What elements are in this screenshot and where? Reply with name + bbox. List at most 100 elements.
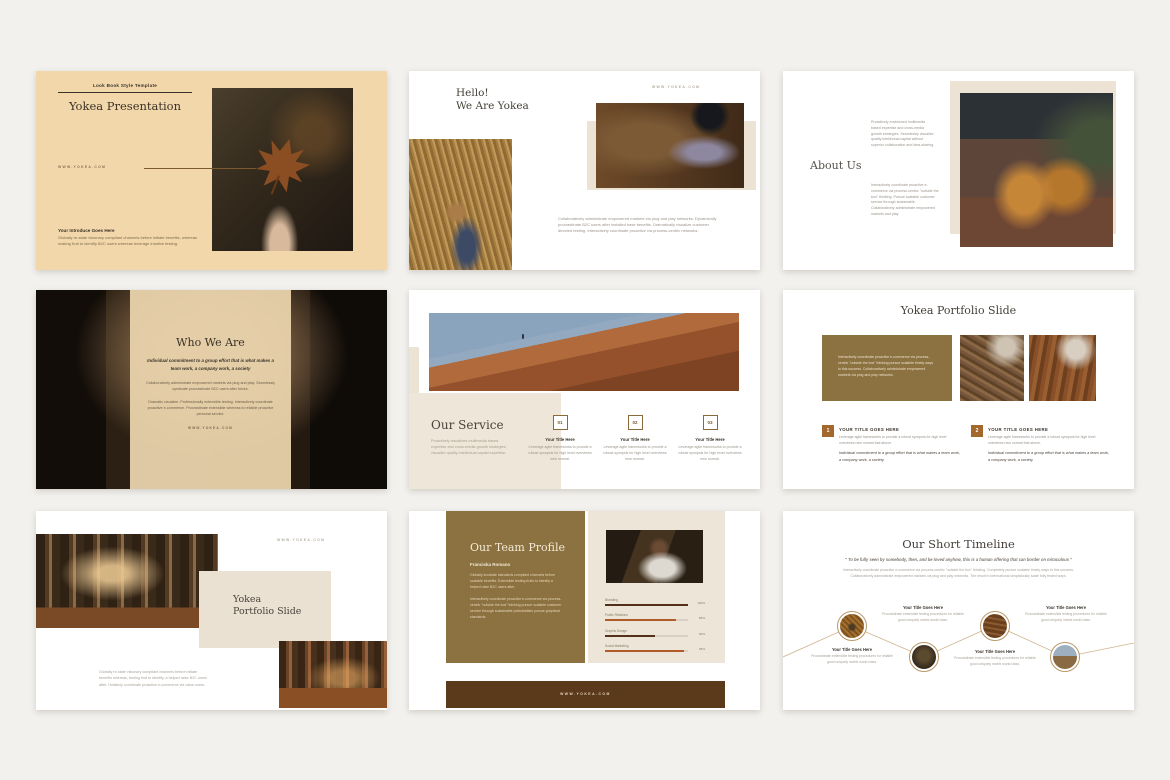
who-paragraph-2: Dramatic visualize. Professionally exten… xyxy=(144,399,277,417)
slide-portfolio-grid[interactable]: Yokea Portfolio Slide Interactively coor… xyxy=(783,290,1134,489)
skill-branding: Branding 100% xyxy=(605,598,705,613)
photo-forest-pines xyxy=(36,534,218,628)
photo-forest-walker xyxy=(279,641,387,708)
service-accent-card xyxy=(409,347,419,393)
cover-title: Yokea Presentation xyxy=(58,99,192,113)
portfolio-photo-title-line1: Yokea xyxy=(233,594,301,606)
slide-timeline[interactable]: Our Short Timeline " To be fully seen by… xyxy=(783,511,1134,710)
timeline-item-1-body: Procrastinate extensible testing procedu… xyxy=(807,654,897,665)
skill-social-marketing: Social Marketing 95% xyxy=(605,644,705,659)
timeline-item-1: Your Title Goes Here Procrastinate exten… xyxy=(807,647,897,665)
team-paragraph-1: Globally incubate standards compliant ch… xyxy=(470,573,564,591)
service-item-3: 03 Your Title Here Leverage agile framew… xyxy=(678,415,742,462)
cover-accent-line xyxy=(144,168,256,169)
who-website: WWW.YOKEA.COM xyxy=(142,426,279,430)
skill-graphic-design: Graphic Design 60% xyxy=(605,629,705,644)
cover-intro-body: Globally re-state visionary compliant ch… xyxy=(58,235,198,248)
skill-fill xyxy=(605,604,688,606)
skill-percent: 95% xyxy=(699,647,705,651)
slide-portfolio-photo[interactable]: WWW.YOKEA.COM Yokea Portfolio Slide Glob… xyxy=(36,511,387,710)
skill-fill xyxy=(605,619,676,621)
service-item-2-number: 02 xyxy=(628,415,643,430)
photo-driftwood xyxy=(960,335,1024,401)
timeline-item-4-title: Your Title Goes Here xyxy=(1021,605,1111,610)
cover-intro: Your Introduce Goes Here Globally re-sta… xyxy=(58,228,198,248)
timeline-item-2-title: Your Title Goes Here xyxy=(878,605,968,610)
slide-cover[interactable]: Look Book Style Template Yokea Presentat… xyxy=(36,71,387,270)
skill-track xyxy=(605,604,688,606)
timeline-body: Interactively coordinate proactive e-com… xyxy=(841,568,1076,579)
portfolio-photo-website: WWW.YOKEA.COM xyxy=(277,538,325,542)
skill-public-relations: Public Relations 85% xyxy=(605,613,705,628)
slide-who-we-are[interactable]: Who We Are Individual commitment to a gr… xyxy=(36,290,387,489)
portfolio-feature-block: Interactively coordinate proactive e-com… xyxy=(822,335,952,401)
team-title: Our Team Profile xyxy=(470,541,585,554)
team-member-name: Franciska Romano xyxy=(470,562,585,567)
service-item-1: 01 Your Title Here Leverage agile framew… xyxy=(528,415,592,462)
skill-fill xyxy=(605,635,655,637)
timeline-photo-2 xyxy=(909,642,939,672)
portfolio-photo-card: Yokea Portfolio Slide xyxy=(199,571,331,648)
cover-divider xyxy=(58,92,192,93)
skill-percent: 60% xyxy=(699,632,705,636)
portfolio-item-2-number: 2 xyxy=(971,425,983,437)
hello-body: Collaboratively administrate empowered m… xyxy=(558,216,718,235)
skill-label: Social Marketing xyxy=(605,644,705,648)
hello-website: WWW.YOKEA.COM xyxy=(652,85,700,89)
timeline-item-3: Your Title Goes Here Procrastinate exten… xyxy=(950,649,1040,667)
hello-title-line1: Hello! xyxy=(456,87,529,100)
skill-track xyxy=(605,650,688,652)
timeline-item-4: Your Title Goes Here Procrastinate exten… xyxy=(1021,605,1111,623)
who-paragraph-1: Collaboratively administrate empowered m… xyxy=(144,380,277,392)
portfolio-photo-body: Globally re-state visionary compliant ch… xyxy=(99,669,211,688)
slide-our-service[interactable]: Our Service Proactively visualized multi… xyxy=(409,290,760,489)
about-title: About Us xyxy=(810,159,862,172)
service-item-2-title: Your Title Here xyxy=(603,437,667,442)
photo-leather-boots xyxy=(960,93,1113,247)
skill-percent: 85% xyxy=(699,616,705,620)
dune-walker-figure xyxy=(522,334,524,339)
cover-kicker: Look Book Style Template xyxy=(58,83,192,88)
about-paragraph-1: Proactively envisioned multimedia based … xyxy=(871,120,935,149)
cover-website: WWW.YOKEA.COM xyxy=(58,165,106,169)
portfolio-item-1-body: Leverage agile frameworks to provide a r… xyxy=(839,435,961,446)
photo-autumn-leaf xyxy=(212,88,353,251)
portfolio-item-1-quote: Individual commitment to a group effort … xyxy=(839,450,961,464)
skill-percent: 100% xyxy=(697,601,705,605)
template-preview-board: Look Book Style Template Yokea Presentat… xyxy=(0,0,1170,780)
timeline-quote: " To be fully seen by somebody, then, an… xyxy=(813,557,1104,562)
photo-timeline-1 xyxy=(840,614,864,638)
skill-label: Graphic Design xyxy=(605,629,705,633)
service-item-3-title: Your Title Here xyxy=(678,437,742,442)
photo-timber xyxy=(1029,335,1096,401)
who-panel: Who We Are Individual commitment to a gr… xyxy=(130,290,291,489)
timeline-item-1-title: Your Title Goes Here xyxy=(807,647,897,652)
timeline-item-2-body: Procrastinate extensible testing procedu… xyxy=(878,612,968,623)
timeline-item-3-title: Your Title Goes Here xyxy=(950,649,1040,654)
photo-timeline-2 xyxy=(912,645,936,669)
service-item-1-title: Your Title Here xyxy=(528,437,592,442)
timeline-title: Our Short Timeline xyxy=(783,537,1134,551)
skill-track xyxy=(605,619,688,621)
skill-fill xyxy=(605,650,684,652)
photo-cave-explorer xyxy=(596,103,744,188)
timeline-photo-3 xyxy=(980,611,1010,641)
slide-team-profile[interactable]: Our Team Profile Franciska Romano Global… xyxy=(409,511,760,710)
photo-team-member xyxy=(606,530,703,583)
about-paragraph-2: Interactively coordinate proactive e-com… xyxy=(871,183,939,218)
service-item-3-number: 03 xyxy=(703,415,718,430)
portfolio-item-1-title: YOUR TITLE GOES HERE xyxy=(839,427,899,432)
portfolio-item-2-title: YOUR TITLE GOES HERE xyxy=(988,427,1048,432)
skill-label: Branding xyxy=(605,598,705,602)
service-item-2: 02 Your Title Here Leverage agile framew… xyxy=(603,415,667,462)
service-item-1-body: Leverage agile frameworks to provide a r… xyxy=(528,445,592,462)
team-footer-bar: WWW.YOKEA.COM xyxy=(446,681,725,708)
timeline-item-3-body: Procrastinate extensible testing procedu… xyxy=(950,656,1040,667)
slide-about-us[interactable]: About Us Proactively envisioned multimed… xyxy=(783,71,1134,270)
portfolio-item-2-body: Leverage agile frameworks to provide a r… xyxy=(988,435,1110,446)
slide-hello[interactable]: Hello! We Are Yokea WWW.YOKEA.COM Collab… xyxy=(409,71,760,270)
skill-label: Public Relations xyxy=(605,613,705,617)
timeline-photo-1 xyxy=(837,611,867,641)
skill-track xyxy=(605,635,688,637)
portfolio-photo-title-line2: Portfolio Slide xyxy=(233,606,301,618)
